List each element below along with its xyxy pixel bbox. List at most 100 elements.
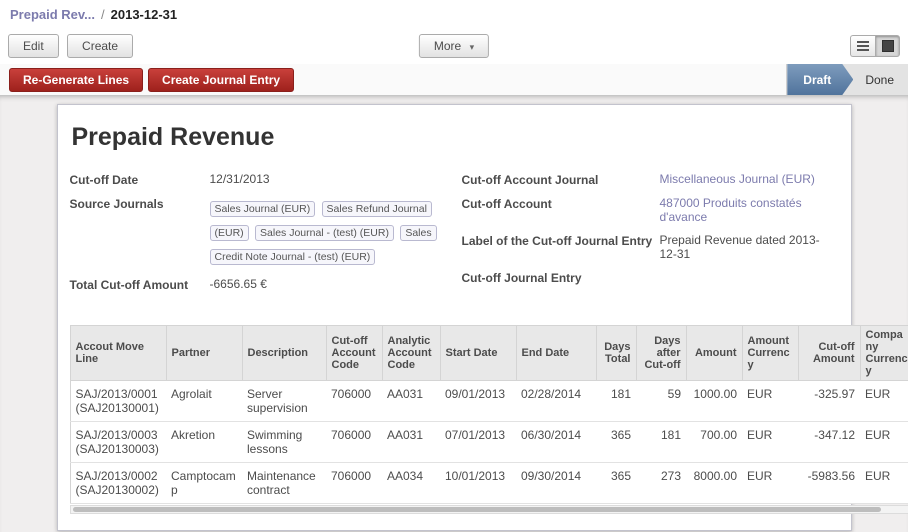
- cutoff-lines-table: Accout Move LinePartnerDescriptionCut-of…: [70, 325, 908, 504]
- table-cell: 59: [636, 381, 686, 422]
- regenerate-lines-button[interactable]: Re-Generate Lines: [9, 68, 143, 92]
- column-header[interactable]: Company Currency: [860, 326, 908, 381]
- main-content: Prepaid Revenue Cut-off Date 12/31/2013 …: [0, 96, 908, 532]
- table-cell: 273: [636, 463, 686, 504]
- list-view-button[interactable]: [850, 35, 875, 57]
- table-cell: EUR: [860, 381, 908, 422]
- field-total-cutoff-amount: Total Cut-off Amount -6656.65 €: [70, 277, 462, 292]
- table-cell: EUR: [742, 463, 798, 504]
- field-source-journals: Source Journals Sales Journal (EUR) Sale…: [70, 196, 462, 268]
- cutoff-account-journal-label: Cut-off Account Journal: [462, 172, 660, 187]
- table-cell: 1000.00: [686, 381, 742, 422]
- total-cutoff-amount-value: -6656.65 €: [210, 277, 450, 292]
- table-row[interactable]: SAJ/2013/0002 (SAJ20130002)CamptocampMai…: [70, 463, 908, 504]
- table-cell: 706000: [326, 422, 382, 463]
- column-header[interactable]: Description: [242, 326, 326, 381]
- cutoff-date-value: 12/31/2013: [210, 172, 450, 187]
- table-cell: EUR: [860, 422, 908, 463]
- more-button-label: More: [434, 39, 461, 53]
- table-cell: SAJ/2013/0001 (SAJ20130001): [70, 381, 166, 422]
- column-header[interactable]: Cut-off Amount: [798, 326, 860, 381]
- table-cell: 706000: [326, 463, 382, 504]
- toolbar: Edit Create More ▾: [0, 28, 908, 64]
- table-cell: Camptocamp: [166, 463, 242, 504]
- more-dropdown-wrap: More ▾: [419, 34, 489, 58]
- source-journals-label: Source Journals: [70, 196, 210, 268]
- form-view-icon: [882, 40, 894, 52]
- table-cell: 09/01/2013: [440, 381, 516, 422]
- journal-tag[interactable]: Sales Journal - (test) (EUR): [255, 225, 394, 241]
- table-cell: SAJ/2013/0003 (SAJ20130003): [70, 422, 166, 463]
- table-row[interactable]: SAJ/2013/0003 (SAJ20130003)AkretionSwimm…: [70, 422, 908, 463]
- cutoff-account-journal-link[interactable]: Miscellaneous Journal (EUR): [660, 172, 822, 187]
- table-cell: 181: [596, 381, 636, 422]
- table-cell: 02/28/2014: [516, 381, 596, 422]
- table-cell: Akretion: [166, 422, 242, 463]
- table-cell: 07/01/2013: [440, 422, 516, 463]
- table-cell: Server supervision: [242, 381, 326, 422]
- edit-button[interactable]: Edit: [8, 34, 59, 58]
- breadcrumb-parent-link[interactable]: Prepaid Rev...: [10, 7, 95, 22]
- table-cell: 181: [636, 422, 686, 463]
- table-cell: Agrolait: [166, 381, 242, 422]
- breadcrumb-separator: /: [101, 7, 105, 22]
- page-title: Prepaid Revenue: [72, 123, 851, 152]
- create-button[interactable]: Create: [67, 34, 133, 58]
- column-header[interactable]: Days Total: [596, 326, 636, 381]
- table-cell: 10/01/2013: [440, 463, 516, 504]
- fields-right-column: Cut-off Account Journal Miscellaneous Jo…: [462, 172, 851, 301]
- edit-create-group: Edit Create: [8, 34, 133, 58]
- column-header[interactable]: End Date: [516, 326, 596, 381]
- column-header[interactable]: Accout Move Line: [70, 326, 166, 381]
- cutoff-journal-entry-value: [660, 270, 822, 285]
- statusbar-state-done: Done: [853, 64, 908, 95]
- total-cutoff-amount-label: Total Cut-off Amount: [70, 277, 210, 292]
- column-header[interactable]: Amount Currency: [742, 326, 798, 381]
- table-cell: Maintenance contract: [242, 463, 326, 504]
- cutoff-lines-table-zone: Accout Move LinePartnerDescriptionCut-of…: [70, 325, 851, 514]
- table-cell: -347.12: [798, 422, 860, 463]
- table-cell: AA031: [382, 422, 440, 463]
- column-header[interactable]: Days after Cut-off: [636, 326, 686, 381]
- field-cutoff-date: Cut-off Date 12/31/2013: [70, 172, 462, 187]
- table-cell: Swimming lessons: [242, 422, 326, 463]
- more-button[interactable]: More ▾: [419, 34, 489, 58]
- fields-left-column: Cut-off Date 12/31/2013 Source Journals …: [70, 172, 462, 301]
- table-cell: 06/30/2014: [516, 422, 596, 463]
- horizontal-scrollbar[interactable]: [70, 505, 908, 514]
- column-header[interactable]: Partner: [166, 326, 242, 381]
- column-header[interactable]: Amount: [686, 326, 742, 381]
- cutoff-account-link[interactable]: 487000 Produits constatés d'avance: [660, 196, 822, 224]
- table-cell: AA031: [382, 381, 440, 422]
- statusbar-state-draft: Draft: [787, 64, 853, 95]
- cutoff-date-label: Cut-off Date: [70, 172, 210, 187]
- caret-down-icon: ▾: [470, 42, 475, 52]
- column-header[interactable]: Analytic Account Code: [382, 326, 440, 381]
- field-journal-entry-label: Label of the Cut-off Journal Entry Prepa…: [462, 233, 851, 261]
- table-cell: 700.00: [686, 422, 742, 463]
- source-journals-tags: Sales Journal (EUR) Sales Refund Journal…: [210, 196, 450, 268]
- view-switcher: [850, 35, 900, 57]
- breadcrumb-bar: Prepaid Rev... / 2013-12-31: [0, 0, 908, 28]
- field-cutoff-account-journal: Cut-off Account Journal Miscellaneous Jo…: [462, 172, 851, 187]
- column-header[interactable]: Start Date: [440, 326, 516, 381]
- column-header[interactable]: Cut-off Account Code: [326, 326, 382, 381]
- create-journal-entry-button[interactable]: Create Journal Entry: [148, 68, 294, 92]
- statusbar: Draft Done: [786, 64, 908, 95]
- table-row[interactable]: SAJ/2013/0001 (SAJ20130001)AgrolaitServe…: [70, 381, 908, 422]
- table-cell: AA034: [382, 463, 440, 504]
- cutoff-journal-entry-label: Cut-off Journal Entry: [462, 270, 660, 285]
- journal-tag[interactable]: Sales Journal (EUR): [210, 201, 316, 217]
- table-cell: EUR: [742, 381, 798, 422]
- table-cell: SAJ/2013/0002 (SAJ20130002): [70, 463, 166, 504]
- table-body: SAJ/2013/0001 (SAJ20130001)AgrolaitServe…: [70, 381, 908, 504]
- list-view-icon: [857, 41, 869, 51]
- table-cell: -325.97: [798, 381, 860, 422]
- field-cutoff-account: Cut-off Account 487000 Produits constaté…: [462, 196, 851, 224]
- form-view-button[interactable]: [875, 35, 900, 57]
- scrollbar-thumb[interactable]: [73, 507, 881, 512]
- action-bar: Re-Generate Lines Create Journal Entry D…: [0, 64, 908, 96]
- table-cell: EUR: [742, 422, 798, 463]
- cutoff-account-label: Cut-off Account: [462, 196, 660, 224]
- journal-entry-label-label: Label of the Cut-off Journal Entry: [462, 233, 660, 261]
